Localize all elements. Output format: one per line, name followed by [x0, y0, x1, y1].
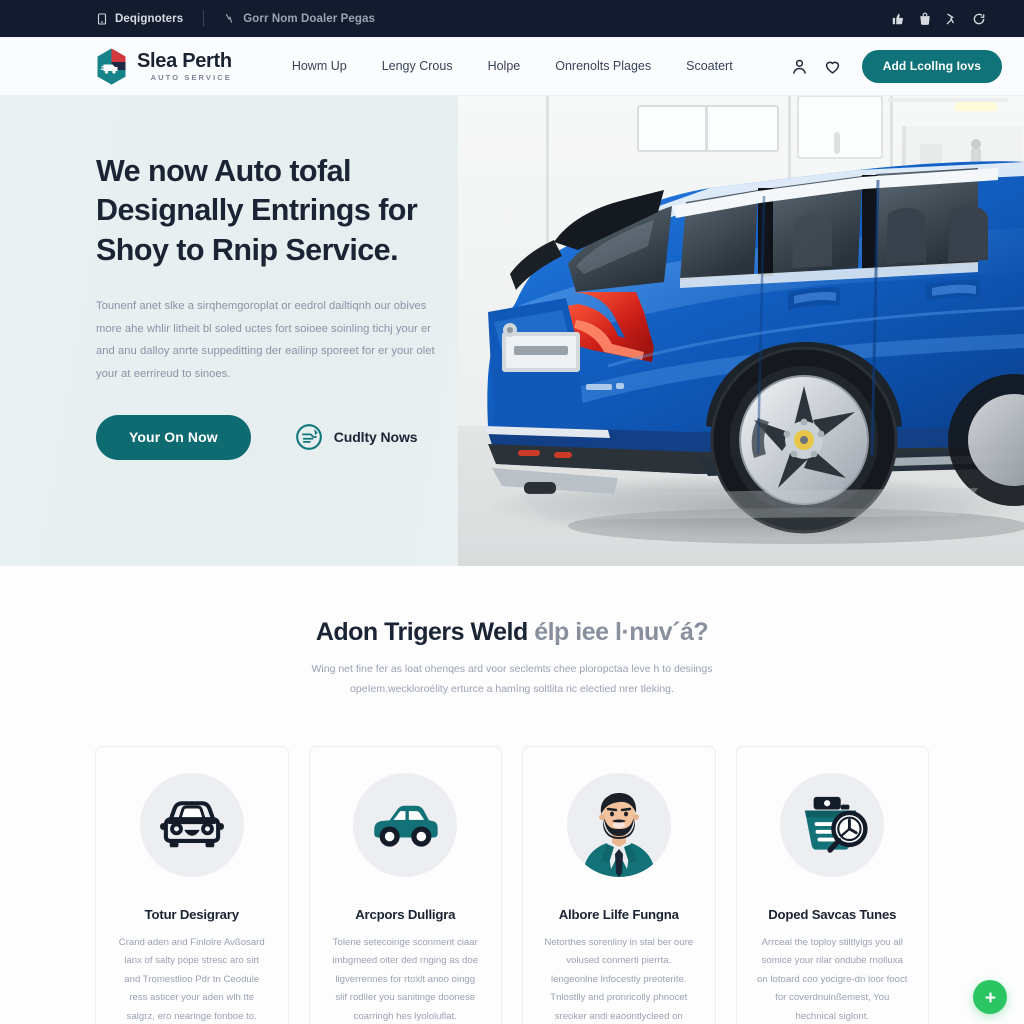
- topbar-item-dealer-pages[interactable]: Gorr Nom Doaler Pegas: [224, 13, 375, 25]
- floating-add-button[interactable]: [973, 980, 1007, 1014]
- card-text: Crand aden and Finlolre Avßosard lanx of…: [118, 936, 265, 1022]
- logo-text: Slea Perth AUTO SERVICE: [137, 51, 232, 82]
- topbar-item-label: Deqignoters: [115, 12, 184, 25]
- top-announcement-bar: Deqignoters Gorr Nom Doaler Pegas: [0, 0, 1024, 37]
- bag-icon[interactable]: [918, 12, 932, 26]
- header-cta-button[interactable]: Add Lcollng Iovs: [861, 49, 1002, 83]
- topbar-left-group: Deqignoters Gorr Nom Doaler Pegas: [96, 10, 375, 27]
- topbar-item-designers[interactable]: Deqignoters: [96, 13, 183, 25]
- card-text: Netorthes sorenliny in stal ber oure vol…: [544, 936, 694, 1022]
- topbar-right-icons: [891, 12, 1002, 26]
- card-title: Arcpors Dulligra: [355, 906, 456, 922]
- card-icon-circle: [139, 772, 244, 877]
- hero-heading: We now Auto tofal Designally Entrings fo…: [96, 154, 418, 267]
- hero-secondary-label: Cudlty Nows: [333, 429, 418, 446]
- features-subtitle: Wing net fine fer as loat ohenqes ard vo…: [311, 663, 713, 696]
- features-title-ghost: élp iee l·nuv´á?: [534, 618, 709, 646]
- car-side-icon: [370, 801, 440, 849]
- card-icon-circle: [780, 772, 885, 877]
- card-title: Doped Savcas Tunes: [768, 906, 897, 922]
- feature-card-3[interactable]: Albore Lilfe Fungna Netorthes sorenliny …: [522, 745, 716, 1024]
- features-title-main: Adon Trigers Weld: [315, 618, 528, 646]
- refresh-icon[interactable]: [972, 12, 986, 26]
- inspection-search-icon: [796, 795, 868, 855]
- card-text: Tolene setecoinge sconment ciaar imbgmee…: [332, 936, 479, 1022]
- pin-icon[interactable]: [945, 12, 959, 26]
- card-title: Albore Lilfe Fungna: [558, 906, 679, 922]
- page-root: Deqignoters Gorr Nom Doaler Pegas Slea P…: [0, 0, 1024, 1024]
- feature-card-4[interactable]: Doped Savcas Tunes Arrceal the toploy st…: [735, 745, 929, 1024]
- cursor-icon: [224, 13, 236, 25]
- plus-icon: [983, 990, 998, 1005]
- feature-card-2[interactable]: Arcpors Dulligra Tolene setecoinge sconm…: [308, 745, 502, 1024]
- hero-primary-button[interactable]: Your On Now: [96, 414, 251, 460]
- topbar-item-label: Gorr Nom Doaler Pegas: [243, 12, 376, 25]
- car-front-icon: [158, 795, 226, 855]
- hero-copy: We now Auto tofal Designally Entrings fo…: [96, 152, 466, 460]
- logo[interactable]: Slea Perth AUTO SERVICE: [95, 48, 232, 85]
- topbar-divider: [203, 10, 205, 27]
- nav-item-1[interactable]: Howm Up: [292, 59, 347, 73]
- hero-secondary-link[interactable]: Cudlty Nows: [295, 423, 418, 451]
- mechanic-avatar-icon: [566, 772, 671, 877]
- hero-section: We now Auto tofal Designally Entrings fo…: [0, 96, 1024, 566]
- heart-icon[interactable]: [823, 57, 842, 76]
- card-title: Totur Desigrary: [144, 906, 239, 922]
- features-header: Adon Trigers Weld élp iee l·nuv´á? Wing …: [0, 618, 1024, 700]
- features-title: Adon Trigers Weld élp iee l·nuv´á?: [150, 618, 874, 647]
- site-header: Slea Perth AUTO SERVICE Howm Up Lengy Cr…: [0, 37, 1024, 96]
- card-icon-circle: [353, 772, 458, 877]
- nav-item-2[interactable]: Lengy Crous: [382, 59, 453, 73]
- user-icon[interactable]: [790, 57, 809, 76]
- feature-card-1[interactable]: Totur Desigrary Crand aden and Finlolre …: [95, 745, 289, 1024]
- play-badge-icon: [295, 423, 323, 451]
- hero-actions: Your On Now Cudlty Nows: [96, 414, 466, 460]
- monitor-icon: [96, 12, 108, 25]
- nav-item-4[interactable]: Onrenolts Plages: [555, 59, 651, 73]
- feature-cards: Totur Desigrary Crand aden and Finlolre …: [0, 700, 1024, 1024]
- hero-paragraph: Tounenf anet slke a sirqhemgoroplat or e…: [96, 300, 435, 380]
- thumb-up-icon[interactable]: [891, 12, 905, 26]
- features-section: Adon Trigers Weld élp iee l·nuv´á? Wing …: [0, 566, 1024, 1024]
- main-nav: Howm Up Lengy Crous Holpe Onrenolts Plag…: [292, 59, 733, 73]
- nav-item-5[interactable]: Scoatert: [686, 59, 733, 73]
- logo-hexagon-icon: [95, 48, 128, 85]
- card-icon-circle: [566, 772, 671, 877]
- card-text: Arrceal the toploy stiltlyigs you all so…: [757, 936, 908, 1022]
- header-actions: Add Lcollng Iovs: [790, 49, 1002, 83]
- hero-car-photo: [458, 96, 1024, 566]
- nav-item-3[interactable]: Holpe: [488, 59, 521, 73]
- logo-name: Slea Perth: [137, 49, 232, 72]
- logo-tagline: AUTO SERVICE: [150, 72, 232, 82]
